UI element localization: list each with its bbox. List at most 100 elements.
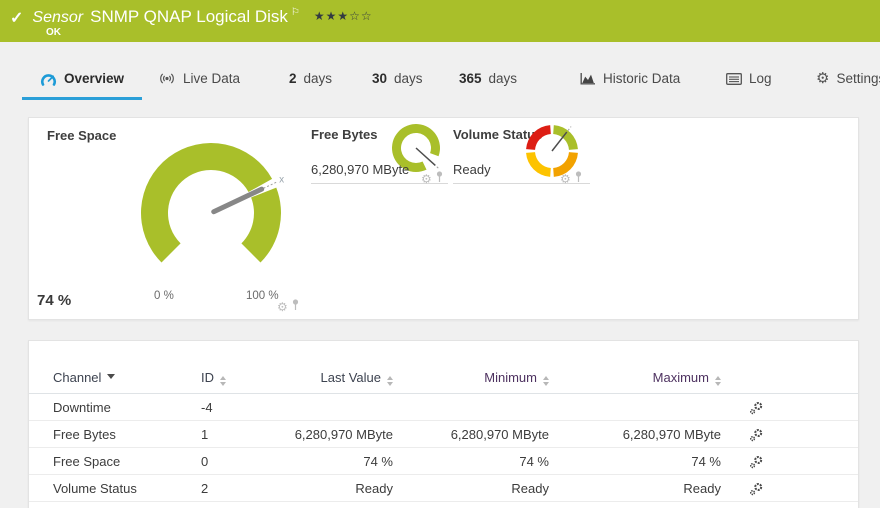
channel-id: -4 <box>201 400 251 415</box>
needle-tip-marker: x <box>279 174 284 185</box>
channel-id: 0 <box>201 454 251 469</box>
pin-icon[interactable] <box>574 170 583 188</box>
status-badge: OK <box>46 27 61 38</box>
edit-channel-button[interactable] <box>749 481 764 496</box>
tab-2-days-word: days <box>304 71 333 86</box>
overview-gauges-panel: Free Space x 74 % 0 % 100 % ⚙ Free Bytes… <box>28 117 859 320</box>
edit-channel-button[interactable] <box>749 454 764 469</box>
status-arc-red <box>526 125 551 150</box>
maximum-value: 74 % <box>549 454 721 469</box>
active-tab-underline <box>22 97 142 100</box>
sort-desc-icon <box>107 374 115 379</box>
free-space-arc <box>241 188 281 263</box>
page-title: SNMP QNAP Logical Disk <box>90 7 288 27</box>
column-header-id[interactable]: ID <box>201 369 251 386</box>
pin-icon[interactable] <box>435 170 444 188</box>
tab-30-days-word: days <box>394 71 423 86</box>
channel-gears-icon <box>749 454 764 469</box>
gear-icon: ⚙ <box>816 71 829 86</box>
stars-filled[interactable]: ★★★ <box>314 9 349 23</box>
table-row: Free Bytes 1 6,280,970 MByte 6,280,970 M… <box>29 421 858 448</box>
gauge-min-label: 0 % <box>154 290 174 302</box>
tab-historic-data[interactable]: Historic Data <box>580 60 680 97</box>
channel-gears-icon <box>749 400 764 415</box>
tab-overview-label: Overview <box>64 71 124 86</box>
table-row: Volume Status 2 Ready Ready Ready <box>29 475 858 502</box>
minimum-value: Ready <box>393 481 549 496</box>
status-arc-yellow <box>526 152 551 177</box>
sensor-status-bar: ✓ Sensor SNMP QNAP Logical Disk ⚐ ★★★☆☆ … <box>0 0 880 42</box>
tab-live-data[interactable]: Live Data <box>158 60 240 97</box>
column-header-minimum[interactable]: Minimum <box>393 369 549 386</box>
flag-icon[interactable]: ⚐ <box>291 7 300 18</box>
minimum-value: 74 % <box>393 454 549 469</box>
tab-30-days-number: 30 <box>372 71 387 86</box>
channel-name[interactable]: Volume Status <box>53 481 201 496</box>
tab-365-days[interactable]: 365 days <box>459 60 517 97</box>
tab-2-days[interactable]: 2 days <box>289 60 332 97</box>
channel-name[interactable]: Free Space <box>53 454 201 469</box>
gauge-settings-icon[interactable]: ⚙ <box>421 173 432 185</box>
tab-live-data-label: Live Data <box>183 71 240 86</box>
free-bytes-value: 6,280,970 MByte <box>311 162 409 177</box>
channel-gears-icon <box>749 481 764 496</box>
channel-name[interactable]: Downtime <box>53 400 201 415</box>
channel-id: 1 <box>201 427 251 442</box>
tab-bar: Overview Live Data 2 days 30 days 365 da… <box>0 60 880 100</box>
table-row: Free Space 0 74 % 74 % 74 % <box>29 448 858 475</box>
column-header-label: Channel <box>53 370 101 385</box>
tab-30-days[interactable]: 30 days <box>372 60 423 97</box>
chart-icon <box>580 72 596 85</box>
column-header-label: ID <box>201 370 214 385</box>
tab-log[interactable]: Log <box>726 60 772 97</box>
channel-name[interactable]: Free Bytes <box>53 427 201 442</box>
table-header-row: Channel ID Last Value Minimum Maximum <box>29 361 858 394</box>
free-space-gauge-title: Free Space <box>47 128 116 143</box>
last-value: Ready <box>251 481 393 496</box>
sensor-type-label: Sensor <box>32 9 83 27</box>
log-icon <box>726 73 742 85</box>
gauge-settings-icon[interactable]: ⚙ <box>560 173 571 185</box>
tab-log-label: Log <box>749 71 772 86</box>
tab-settings[interactable]: ⚙ Settings <box>816 60 880 97</box>
gauge-max-label: 100 % <box>246 290 279 302</box>
tab-2-days-number: 2 <box>289 71 297 86</box>
edit-channel-button[interactable] <box>749 400 764 415</box>
table-row: Downtime -4 <box>29 394 858 421</box>
column-header-maximum[interactable]: Maximum <box>549 369 721 386</box>
sort-icon <box>220 376 226 386</box>
gauge-icon <box>40 72 57 86</box>
prtg-sensor-page: ✓ Sensor SNMP QNAP Logical Disk ⚐ ★★★☆☆ … <box>0 0 880 508</box>
free-space-value: 74 % <box>37 292 71 309</box>
column-header-label: Minimum <box>484 370 537 385</box>
status-arc-green <box>553 125 578 150</box>
last-value: 6,280,970 MByte <box>251 427 393 442</box>
free-space-gauge: x <box>123 125 299 301</box>
maximum-value: Ready <box>549 481 721 496</box>
column-header-channel[interactable]: Channel <box>53 369 201 385</box>
pin-icon[interactable] <box>291 298 300 316</box>
column-header-label: Maximum <box>653 370 709 385</box>
broadcast-icon <box>158 72 176 85</box>
ok-check-icon: ✓ <box>10 8 23 28</box>
volume-status-value: Ready <box>453 162 491 177</box>
sort-icon <box>715 376 721 386</box>
tab-overview[interactable]: Overview <box>40 60 124 97</box>
channels-table-panel: Channel ID Last Value Minimum Maximum Do… <box>28 340 859 508</box>
priority-stars[interactable]: ★★★☆☆ <box>314 9 373 23</box>
channel-gears-icon <box>749 427 764 442</box>
gauge-settings-icon[interactable]: ⚙ <box>277 301 288 313</box>
free-bytes-gauge-title: Free Bytes <box>311 127 377 142</box>
column-header-last-value[interactable]: Last Value <box>251 369 393 386</box>
channel-id: 2 <box>201 481 251 496</box>
minimum-value: 6,280,970 MByte <box>393 427 549 442</box>
maximum-value: 6,280,970 MByte <box>549 427 721 442</box>
tab-365-days-word: days <box>489 71 518 86</box>
tab-settings-label: Settings <box>836 71 880 86</box>
column-header-label: Last Value <box>321 370 381 385</box>
stars-empty[interactable]: ☆☆ <box>349 9 373 23</box>
tab-365-days-number: 365 <box>459 71 482 86</box>
last-value: 74 % <box>251 454 393 469</box>
tab-historic-data-label: Historic Data <box>603 71 680 86</box>
edit-channel-button[interactable] <box>749 427 764 442</box>
